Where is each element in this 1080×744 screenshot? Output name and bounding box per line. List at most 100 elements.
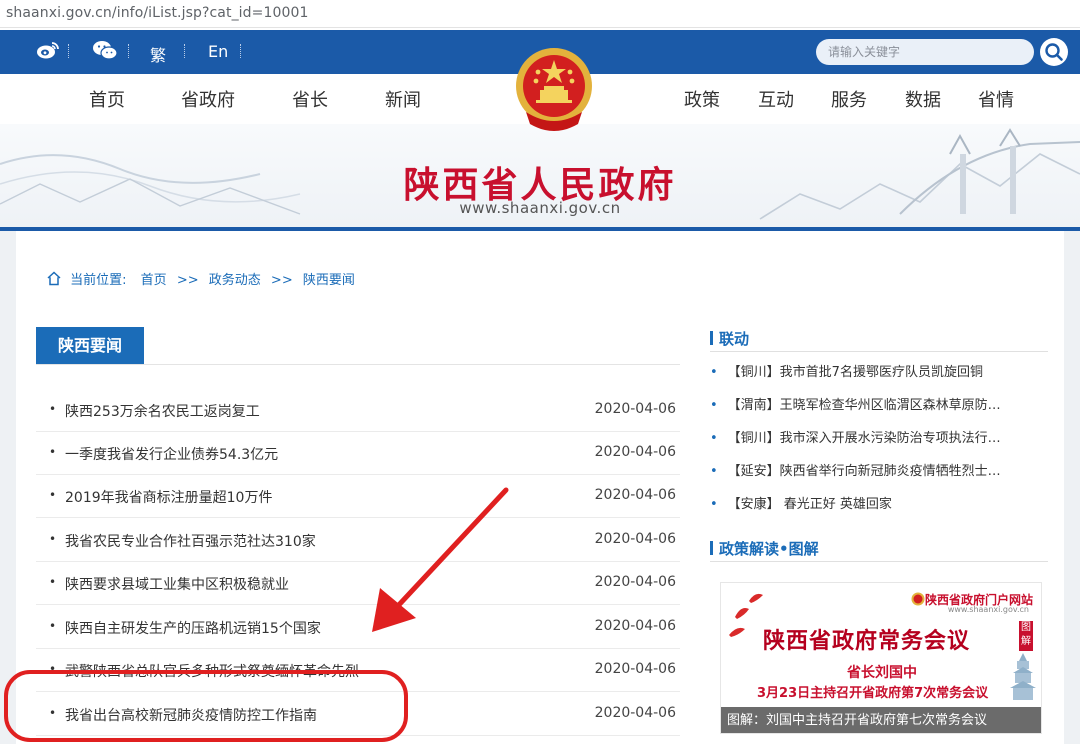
news-item[interactable]: • 陕西自主研发生产的压路机远销15个国家 2020-04-06 <box>36 606 680 649</box>
news-date: 2020-04-06 <box>594 661 676 677</box>
nav-item-data[interactable]: 数据 <box>905 86 941 112</box>
search-button[interactable] <box>1040 38 1068 66</box>
breadcrumb-separator: >> <box>270 273 293 288</box>
sidebar-heading-text: 联动 <box>719 330 750 348</box>
sidebar-link[interactable]: • 【安康】 春光正好 英雄回家 <box>710 493 1040 512</box>
search-icon <box>1045 43 1063 61</box>
news-item[interactable]: • 一季度我省发行企业债券54.3亿元 2020-04-06 <box>36 432 680 475</box>
bullet: • <box>49 662 57 676</box>
breadcrumb-label: 当前位置: <box>70 273 127 288</box>
search-input[interactable]: 请输入关键字 <box>816 39 1034 65</box>
emblem-mini-icon <box>911 591 925 610</box>
news-item[interactable]: • 武警陕西省总队官兵多种形式祭奠缅怀革命先烈 2020-04-06 <box>36 649 680 692</box>
divider <box>240 44 241 58</box>
sidebar-link-text[interactable]: 【安康】 春光正好 英雄回家 <box>728 497 892 512</box>
nav-item-news[interactable]: 新闻 <box>385 86 421 112</box>
breadcrumb-home[interactable]: 首页 <box>141 273 167 288</box>
bullet: • <box>49 445 57 459</box>
section-title-tab[interactable]: 陕西要闻 <box>36 327 144 365</box>
bullet: • <box>710 365 718 380</box>
bullet: • <box>710 497 718 512</box>
english-link[interactable]: En <box>208 42 228 64</box>
news-item[interactable]: • 我省出台高校新冠肺炎疫情防控工作指南 2020-04-06 <box>36 693 680 736</box>
news-date: 2020-04-06 <box>594 574 676 590</box>
news-item[interactable]: • 2019年我省商标注册量超10万件 2020-04-06 <box>36 475 680 518</box>
news-item[interactable]: • 陕西253万余名农民工返岗复工 2020-04-06 <box>36 389 680 432</box>
news-item[interactable]: • 我省农民专业合作社百强示范社达310家 2020-04-06 <box>36 519 680 562</box>
news-title[interactable]: 陕西253万余名农民工返岗复工 <box>65 401 260 421</box>
section-divider <box>36 364 680 365</box>
sidebar-heading-divider <box>710 351 1048 352</box>
promo-site-url: www.shaanxi.gov.cn <box>947 605 1029 614</box>
policy-infographic-card[interactable]: 陕西省政府门户网站 www.shaanxi.gov.cn 陕西省政府常务会议 图… <box>720 582 1042 734</box>
news-date: 2020-04-06 <box>594 487 676 503</box>
browser-url-bar[interactable]: shaanxi.gov.cn/info/iList.jsp?cat_id=100… <box>0 0 1080 28</box>
news-date: 2020-04-06 <box>594 531 676 547</box>
home-icon <box>47 271 61 286</box>
news-title[interactable]: 2019年我省商标注册量超10万件 <box>65 487 272 507</box>
news-date: 2020-04-06 <box>594 401 676 417</box>
sidebar-link[interactable]: • 【铜川】我市首批7名援鄂医疗队员凯旋回铜 <box>710 361 1040 380</box>
pagoda-icon <box>1010 653 1036 700</box>
news-title[interactable]: 我省农民专业合作社百强示范社达310家 <box>65 531 316 551</box>
promo-tag: 图解 <box>1019 621 1033 651</box>
bullet: • <box>49 532 57 546</box>
nav-item-province-info[interactable]: 省情 <box>978 86 1014 112</box>
promo-subtitle-date: 3月23日主持召开省政府第7次常务会议 <box>757 686 989 701</box>
nav-item-provincial-government[interactable]: 省政府 <box>181 86 235 112</box>
divider <box>68 44 69 58</box>
national-emblem-icon <box>512 46 596 138</box>
heading-bar <box>710 541 713 555</box>
weibo-icon[interactable] <box>36 40 60 62</box>
sidebar-link-text[interactable]: 【延安】陕西省举行向新冠肺炎疫情牺牲烈士… <box>728 464 1001 479</box>
nav-item-governor[interactable]: 省长 <box>292 86 328 112</box>
news-item[interactable]: • 陕西要求县域工业集中区积极稳就业 2020-04-06 <box>36 562 680 605</box>
sidebar-link-text[interactable]: 【铜川】我市首批7名援鄂医疗队员凯旋回铜 <box>728 365 983 380</box>
sidebar-heading-policy: 政策解读•图解 <box>710 538 819 559</box>
breadcrumb-government-news[interactable]: 政务动态 <box>209 273 261 288</box>
news-title[interactable]: 陕西自主研发生产的压路机远销15个国家 <box>65 618 321 638</box>
wechat-icon[interactable] <box>92 40 118 62</box>
news-title[interactable]: 我省出台高校新冠肺炎疫情防控工作指南 <box>65 705 317 725</box>
nav-item-home[interactable]: 首页 <box>89 86 125 112</box>
nav-item-interaction[interactable]: 互动 <box>758 86 794 112</box>
breadcrumb-separator: >> <box>176 273 199 288</box>
news-title[interactable]: 陕西要求县域工业集中区积极稳就业 <box>65 574 289 594</box>
sidebar-link-text[interactable]: 【渭南】王晓军检查华州区临渭区森林草原防… <box>728 398 1001 413</box>
bullet: • <box>49 706 57 720</box>
heading-bar <box>710 331 713 345</box>
breadcrumb-shaanxi-news[interactable]: 陕西要闻 <box>303 273 355 288</box>
news-date: 2020-04-06 <box>594 705 676 721</box>
bullet: • <box>710 464 718 479</box>
sidebar-link[interactable]: • 【延安】陕西省举行向新冠肺炎疫情牺牲烈士… <box>710 460 1040 479</box>
sidebar-link[interactable]: • 【渭南】王晓军检查华州区临渭区森林草原防… <box>710 394 1040 413</box>
bullet: • <box>710 431 718 446</box>
sidebar-heading-liandong: 联动 <box>710 328 749 349</box>
page-margin-right <box>1064 231 1080 744</box>
sidebar-heading-divider <box>710 561 1048 562</box>
promo-subtitle: 省长刘国中 <box>847 665 917 681</box>
news-date: 2020-04-06 <box>594 618 676 634</box>
sidebar-link[interactable]: • 【铜川】我市深入开展水污染防治专项执法行… <box>710 427 1040 446</box>
bullet: • <box>49 488 57 502</box>
news-title[interactable]: 武警陕西省总队官兵多种形式祭奠缅怀革命先烈 <box>65 661 359 681</box>
news-date: 2020-04-06 <box>594 444 676 460</box>
divider <box>184 44 185 58</box>
promo-caption[interactable]: 图解：刘国中主持召开省政府第七次常务会议 <box>721 707 1041 733</box>
news-title[interactable]: 一季度我省发行企业债券54.3亿元 <box>65 444 278 464</box>
breadcrumb: 当前位置: 首页 >> 政务动态 >> 陕西要闻 <box>46 269 355 288</box>
bullet: • <box>49 402 57 416</box>
nav-item-policy[interactable]: 政策 <box>684 86 720 112</box>
nav-item-services[interactable]: 服务 <box>831 86 867 112</box>
sidebar-link-text[interactable]: 【铜川】我市深入开展水污染防治专项执法行… <box>728 431 1001 446</box>
url-text[interactable]: shaanxi.gov.cn/info/iList.jsp?cat_id=100… <box>6 5 309 21</box>
bullet: • <box>710 398 718 413</box>
page-margin-left <box>0 231 16 744</box>
promo-headline: 陕西省政府常务会议 <box>763 629 971 654</box>
bullet: • <box>49 575 57 589</box>
divider <box>128 44 129 58</box>
sidebar-heading-text: 政策解读•图解 <box>719 540 819 558</box>
banner-underline <box>0 227 1080 231</box>
traditional-chinese-link[interactable]: 繁 <box>150 42 166 65</box>
bullet: • <box>49 619 57 633</box>
